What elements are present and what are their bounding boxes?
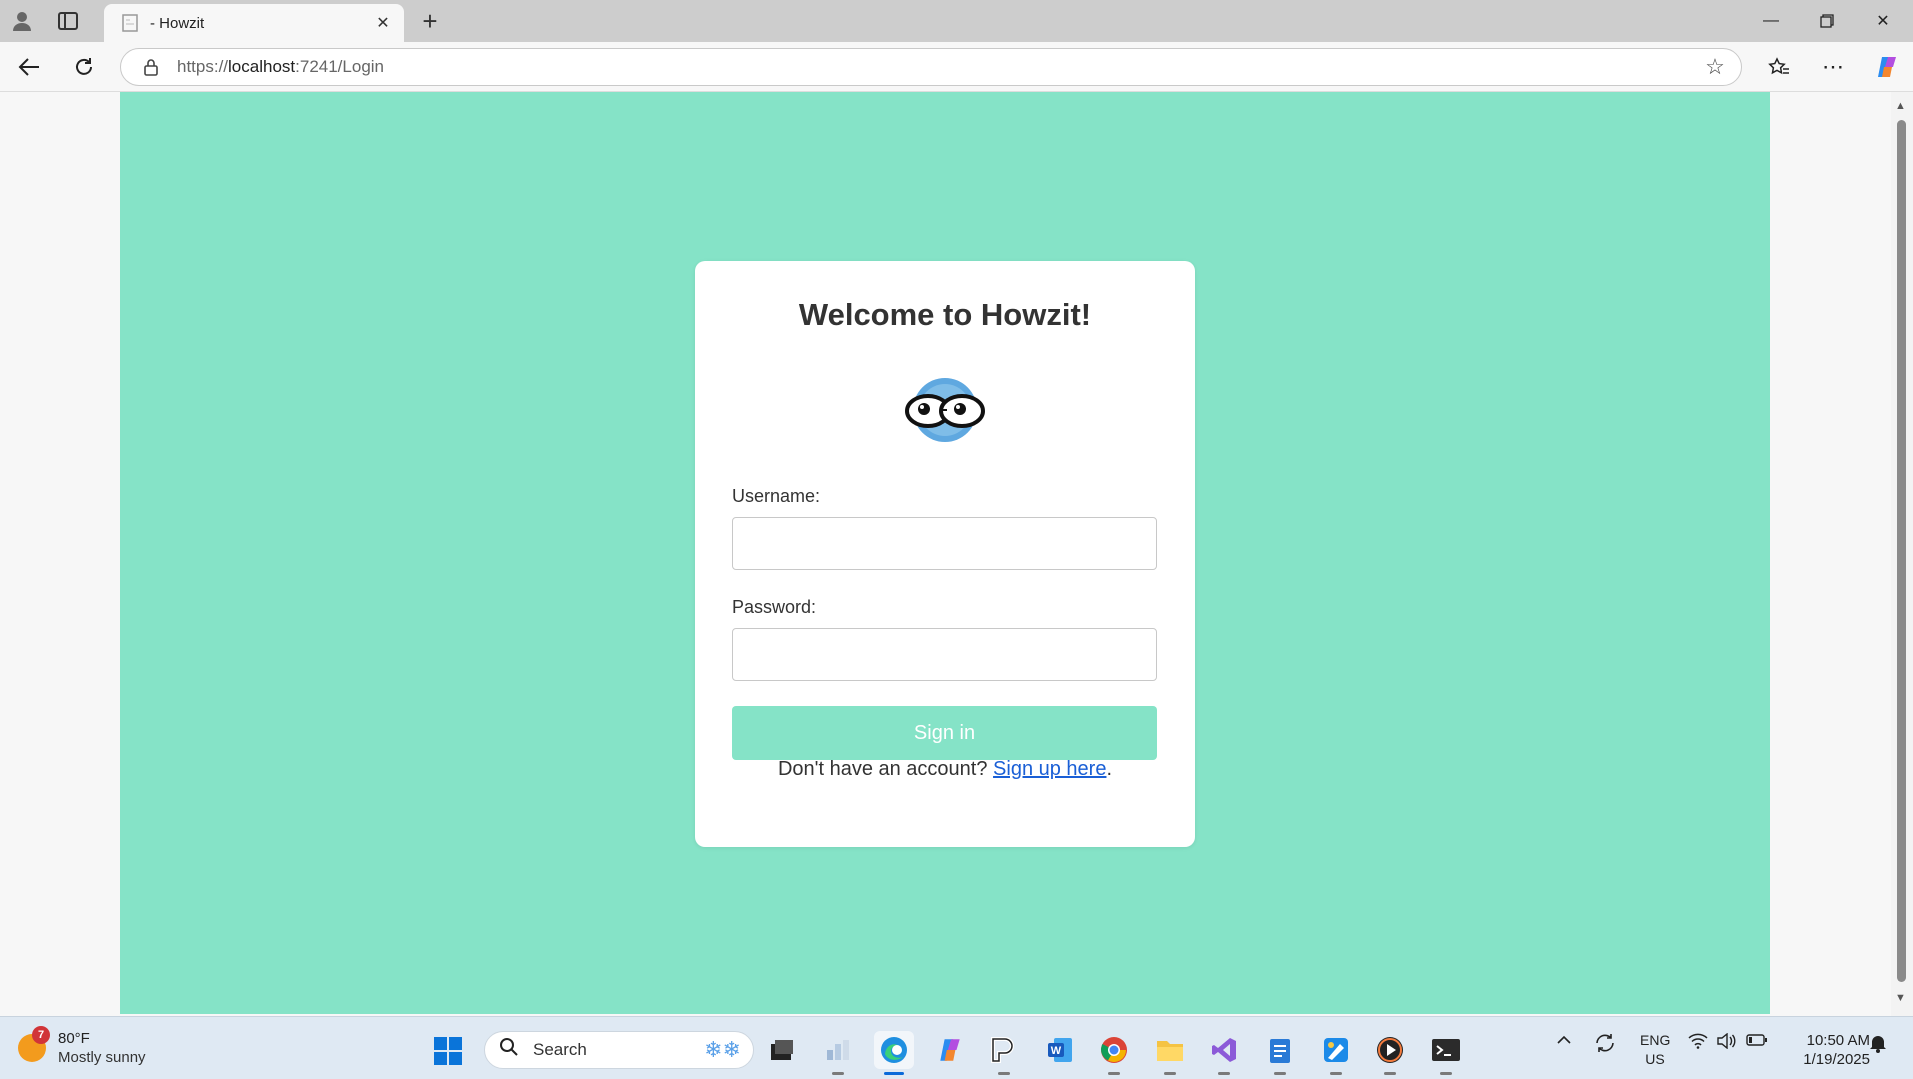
username-field[interactable] <box>732 517 1157 570</box>
svg-text:W: W <box>1051 1045 1062 1057</box>
terminal-icon[interactable] <box>1426 1031 1466 1075</box>
windows-start-icon[interactable] <box>434 1037 462 1065</box>
wifi-icon[interactable] <box>1688 1033 1708 1053</box>
more-options-icon[interactable]: ⋯ <box>1815 50 1851 84</box>
login-card: Welcome to Howzit! Username: Password: S… <box>695 261 1195 847</box>
favorite-star-icon[interactable]: ☆ <box>1695 54 1735 80</box>
battery-icon[interactable] <box>1746 1033 1768 1051</box>
volume-icon[interactable] <box>1716 1032 1736 1053</box>
sign-up-link[interactable]: Sign up here <box>993 758 1106 780</box>
back-icon[interactable] <box>11 50 47 84</box>
chrome-icon[interactable] <box>1094 1031 1134 1075</box>
favorites-icon[interactable] <box>1761 50 1797 84</box>
title-bar: - Howzit ✕ + — ✕ <box>0 0 1913 42</box>
pycharm-icon[interactable] <box>984 1031 1024 1075</box>
page-viewport: Welcome to Howzit! Username: Password: S… <box>0 92 1913 1016</box>
taskbar: 7 80°F Mostly sunny Search ❄❄ W ENG US 1… <box>0 1016 1913 1079</box>
temperature: 80°F <box>58 1030 90 1047</box>
password-label: Password: <box>732 597 817 617</box>
tab-title: - Howzit <box>150 14 205 32</box>
browser-tab[interactable]: - Howzit ✕ <box>104 4 404 42</box>
sync-icon[interactable] <box>1594 1033 1616 1057</box>
show-hidden-icons-icon[interactable] <box>1556 1033 1572 1050</box>
vertical-scrollbar[interactable]: ▲ ▼ <box>1891 92 1913 1016</box>
close-window-button[interactable]: ✕ <box>1855 4 1911 38</box>
scroll-down-icon[interactable]: ▼ <box>1895 992 1906 1004</box>
howzit-logo <box>898 375 992 445</box>
page-icon <box>120 13 140 33</box>
paint-icon[interactable] <box>1316 1031 1356 1075</box>
profile-icon[interactable] <box>6 6 38 36</box>
time: 10:50 AM <box>1806 1032 1870 1049</box>
lock-icon[interactable] <box>141 57 161 77</box>
weather-condition: Mostly sunny <box>58 1049 146 1066</box>
restore-button[interactable] <box>1799 4 1855 38</box>
edge-icon[interactable] <box>874 1031 914 1075</box>
sign-in-button[interactable]: Sign in <box>732 706 1157 760</box>
copilot-app-icon[interactable] <box>930 1031 970 1069</box>
file-explorer-icon[interactable] <box>1150 1031 1190 1075</box>
password-field[interactable] <box>732 628 1157 681</box>
tab-actions-icon[interactable] <box>52 6 84 36</box>
task-view-icon[interactable] <box>762 1031 802 1069</box>
word-icon[interactable]: W <box>1040 1031 1080 1069</box>
snowflake-icon: ❄❄ <box>704 1037 741 1062</box>
clock[interactable]: 10:50 AM 1/19/2025 <box>1790 1031 1870 1069</box>
notification-bell-icon[interactable] <box>1868 1033 1888 1057</box>
url-text: https://localhost:7241/Login <box>177 57 385 76</box>
search-placeholder: Search <box>533 1040 587 1059</box>
widgets-icon[interactable] <box>818 1031 858 1075</box>
signup-prompt: Don't have an account? Sign up here. <box>777 758 1113 780</box>
search-icon <box>499 1037 519 1063</box>
scroll-thumb[interactable] <box>1897 120 1906 982</box>
username-label: Username: <box>732 486 821 506</box>
scroll-up-icon[interactable]: ▲ <box>1895 100 1906 112</box>
visual-studio-icon[interactable] <box>1204 1031 1244 1075</box>
browser-toolbar: https://localhost:7241/Login ☆ ⋯ <box>0 42 1913 92</box>
minimize-button[interactable]: — <box>1743 4 1799 38</box>
new-tab-button[interactable]: + <box>414 6 446 36</box>
page-title: Welcome to Howzit! <box>798 297 1092 332</box>
weather-widget[interactable]: 7 80°F Mostly sunny <box>18 1026 146 1067</box>
taskbar-search[interactable]: Search ❄❄ <box>484 1031 754 1069</box>
notepad-icon[interactable] <box>1260 1031 1300 1075</box>
address-bar[interactable]: https://localhost:7241/Login ☆ <box>120 48 1742 86</box>
weather-badge: 7 <box>32 1026 50 1044</box>
refresh-icon[interactable] <box>66 50 102 84</box>
language-indicator[interactable]: ENG US <box>1640 1031 1670 1069</box>
date: 1/19/2025 <box>1803 1051 1870 1068</box>
close-tab-icon[interactable]: ✕ <box>372 13 394 33</box>
login-page: Welcome to Howzit! Username: Password: S… <box>120 92 1770 1014</box>
media-player-icon[interactable] <box>1370 1031 1410 1075</box>
weather-sun-icon: 7 <box>18 1026 50 1062</box>
copilot-icon[interactable] <box>1869 50 1905 84</box>
